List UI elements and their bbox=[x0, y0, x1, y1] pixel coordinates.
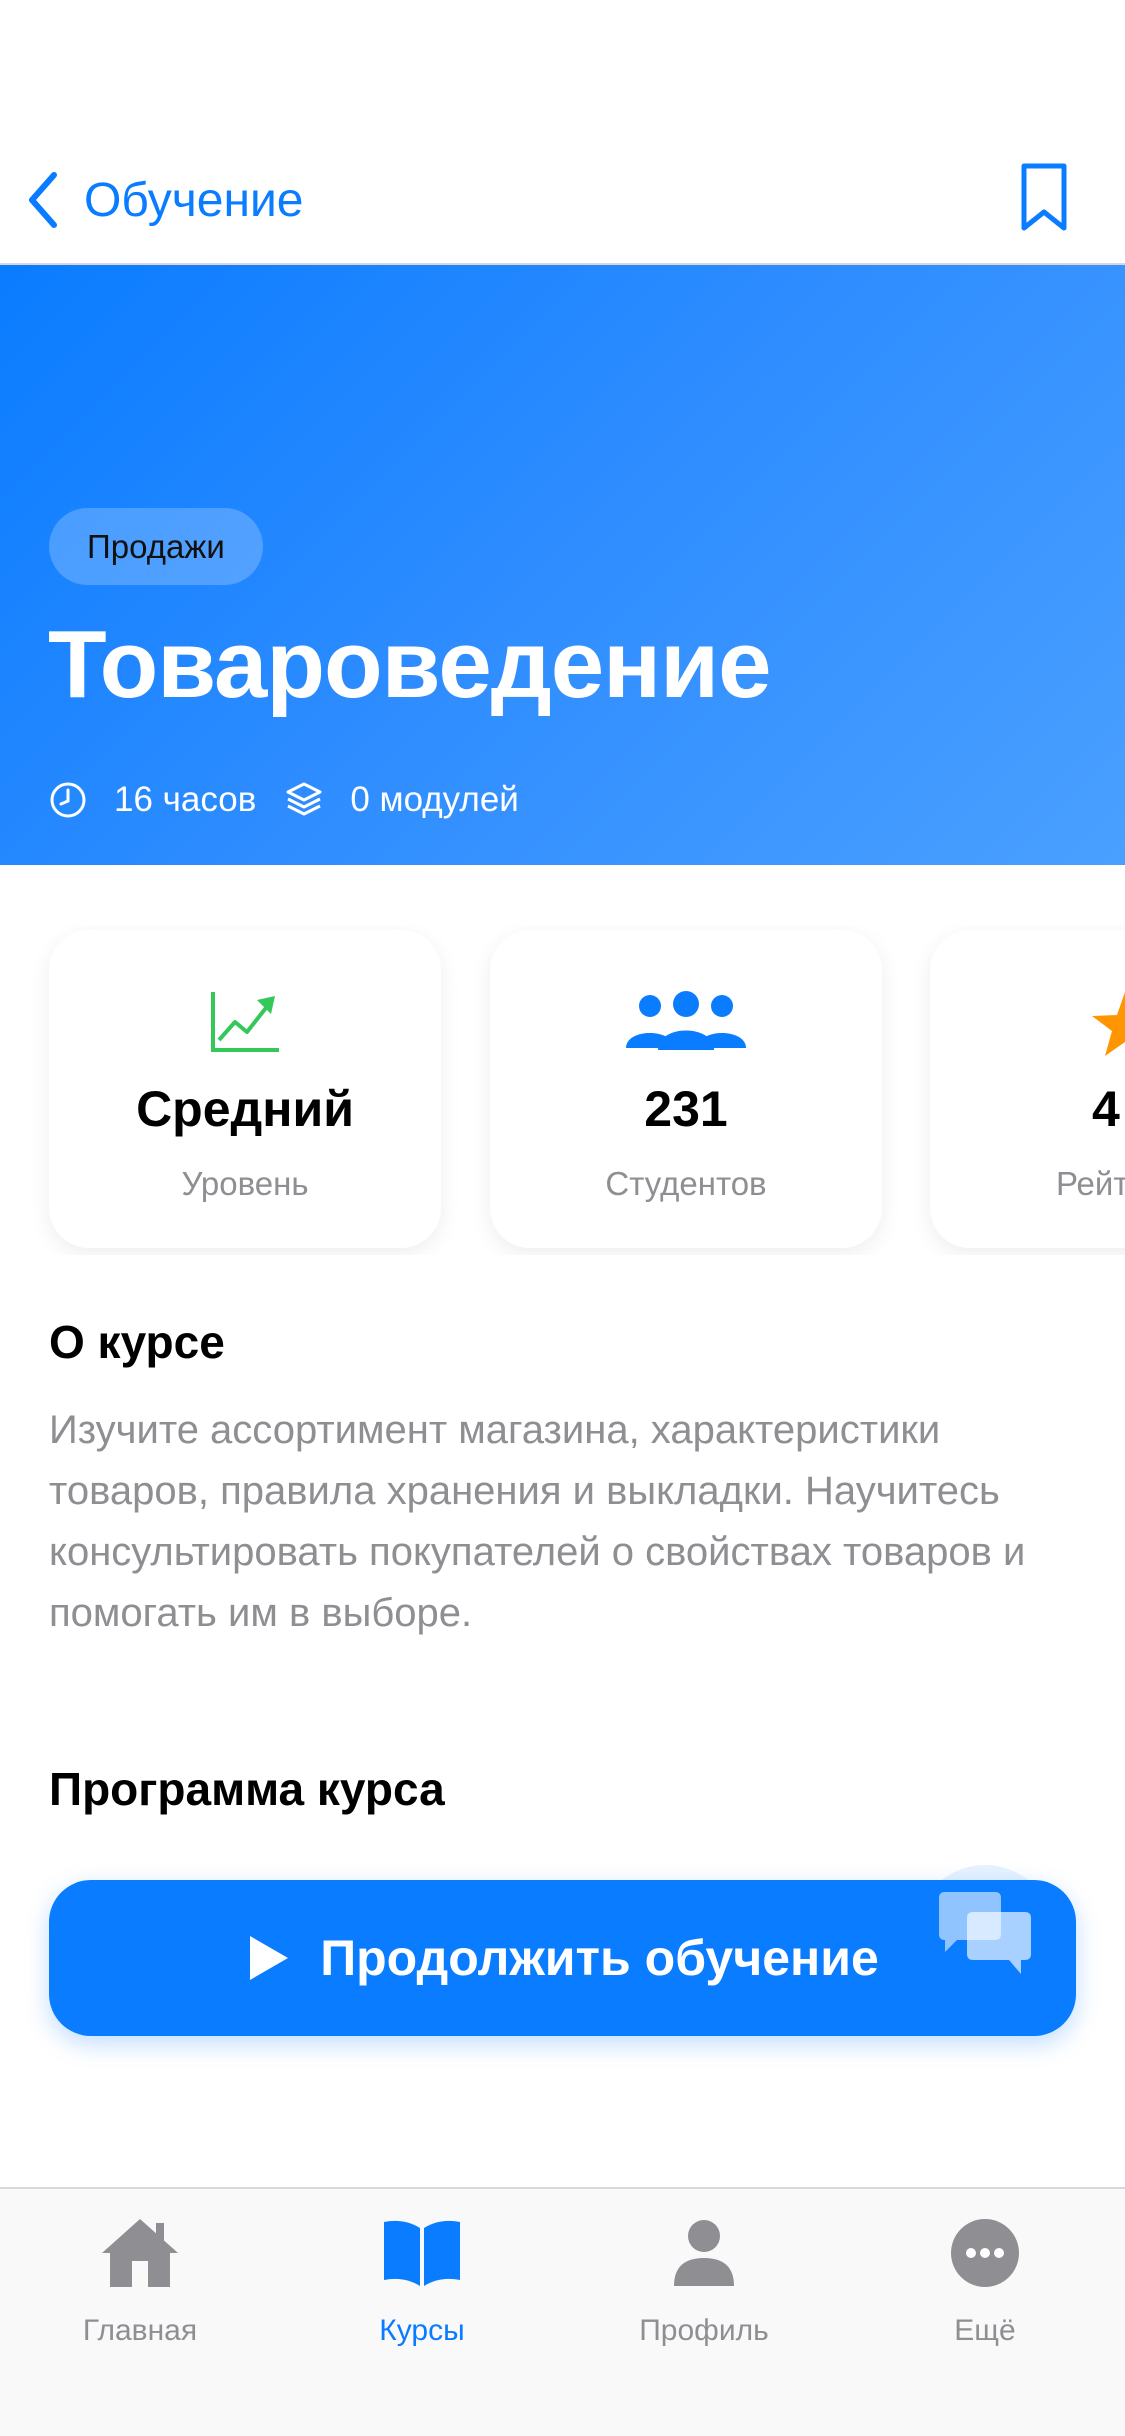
about-title: О курсе bbox=[49, 1316, 225, 1368]
tab-courses[interactable]: Курсы bbox=[322, 2209, 522, 2349]
play-icon bbox=[250, 1936, 289, 1980]
modules-meta: 0 модулей bbox=[284, 780, 519, 820]
tab-more[interactable]: Ещё bbox=[885, 2209, 1085, 2349]
course-hero: Продажи Товароведение 16 часов 0 модулей bbox=[0, 265, 1125, 865]
chat-bubbles-icon bbox=[939, 1892, 1031, 1974]
stat-label-level: Уровень bbox=[181, 1165, 309, 1202]
clock-icon bbox=[50, 782, 86, 818]
star-icon bbox=[1092, 992, 1125, 1056]
back-button[interactable]: Обучение bbox=[24, 165, 304, 235]
stat-label-students: Студентов bbox=[605, 1165, 767, 1202]
stat-card-level: Средний Уровень bbox=[49, 930, 441, 1248]
course-title: Товароведение bbox=[48, 611, 772, 718]
tab-home[interactable]: Главная bbox=[40, 2209, 240, 2349]
duration-text: 16 часов bbox=[114, 780, 257, 819]
modules-text: 0 модулей bbox=[350, 780, 519, 819]
people-icon bbox=[626, 991, 746, 1050]
stat-card-rating: 4 Рейт bbox=[930, 930, 1125, 1248]
navigation-bar: Обучение bbox=[0, 0, 1125, 265]
tab-profile[interactable]: Профиль bbox=[604, 2209, 804, 2349]
course-meta: 16 часов 0 модулей bbox=[48, 772, 547, 828]
person-icon bbox=[674, 2220, 734, 2286]
tab-more-label: Ещё bbox=[954, 2314, 1016, 2347]
tab-profile-label: Профиль bbox=[639, 2314, 769, 2347]
duration-meta: 16 часов bbox=[48, 780, 256, 820]
back-label: Обучение bbox=[84, 173, 304, 227]
program-title: Программа курса bbox=[49, 1763, 445, 1815]
tab-home-label: Главная bbox=[82, 2314, 198, 2347]
more-icon bbox=[951, 2219, 1019, 2287]
stat-card-students: 231 Студентов bbox=[490, 930, 882, 1248]
chevron-left-icon bbox=[29, 172, 57, 228]
stat-value-rating: 4 bbox=[1092, 1081, 1120, 1137]
tab-bar: Главная Курсы Профиль Ещё bbox=[0, 2187, 1125, 2436]
stat-label-rating: Рейт bbox=[1056, 1165, 1125, 1202]
stats-carousel[interactable]: Средний Уровень 231 Студентов 4 Рейт bbox=[0, 925, 1125, 1255]
continue-learning-label: Продолжить обучение bbox=[320, 1930, 879, 1986]
layers-icon bbox=[286, 782, 322, 816]
stat-value-level: Средний bbox=[136, 1081, 354, 1137]
bookmark-icon[interactable] bbox=[1018, 162, 1070, 234]
about-description: Изучите ассортимент магазина, характерис… bbox=[49, 1408, 1026, 1635]
stat-value-students: 231 bbox=[644, 1081, 728, 1137]
tab-courses-label: Курсы bbox=[379, 2314, 465, 2347]
chat-button[interactable] bbox=[915, 1865, 1055, 2005]
home-icon bbox=[102, 2219, 178, 2287]
category-tag: Продажи bbox=[49, 508, 263, 585]
chart-up-icon bbox=[211, 992, 279, 1052]
book-icon bbox=[384, 2220, 460, 2286]
